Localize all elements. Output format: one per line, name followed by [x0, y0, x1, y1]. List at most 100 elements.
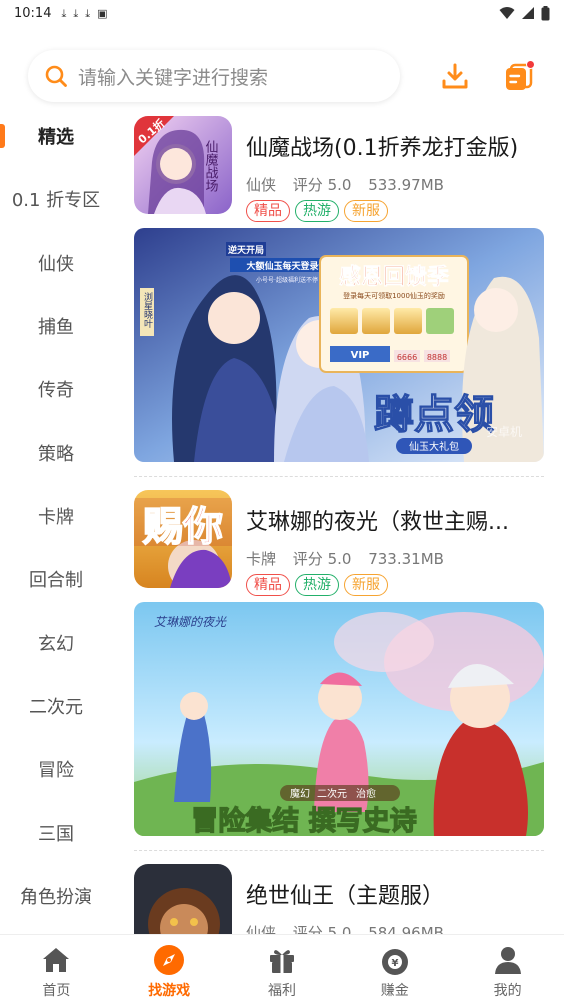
wifi-icon: [499, 7, 515, 19]
nav-earn[interactable]: ¥ 赚金: [338, 935, 451, 1004]
sidebar-item-fishing[interactable]: 捕鱼: [0, 306, 112, 346]
bottom-nav: 首页 找游戏 福利 ¥ 赚金 我的: [0, 934, 564, 1004]
nav-welfare[interactable]: 福利: [226, 935, 339, 1004]
banner-logo-text: 艾琳娜的夜光: [154, 615, 227, 629]
list-item[interactable]: 0.1折 仙魔战场 仙魔战场(0.1折养龙打金版) 仙侠 评分 5.0 533.…: [134, 116, 544, 222]
game-tags: 精品 热游 新服: [246, 200, 388, 222]
tag-new-server: 新服: [344, 574, 388, 596]
game-list: 0.1折 仙魔战场 仙魔战场(0.1折养龙打金版) 仙侠 评分 5.0 533.…: [134, 104, 544, 934]
game-size: 733.31MB: [368, 550, 444, 568]
game-rating: 评分 5.0: [292, 924, 352, 934]
game-category: 仙侠: [246, 924, 277, 934]
money-bag-icon: ¥: [381, 949, 408, 975]
nav-me[interactable]: 我的: [451, 935, 564, 1004]
status-time: 10:14: [14, 5, 52, 21]
svg-text:¥: ¥: [391, 958, 398, 969]
sidebar-item-turn-based[interactable]: 回合制: [0, 559, 112, 599]
sidebar-item-three-kingdoms[interactable]: 三国: [0, 813, 112, 853]
search-icon: [45, 65, 67, 87]
banner-badge-text: 逆天开局: [228, 244, 264, 256]
sidebar-item-fantasy[interactable]: 玄幻: [0, 623, 112, 663]
download-icon: ⤓: [85, 6, 91, 20]
banner-event-title: 感恩回馈季: [339, 264, 449, 290]
nav-label: 我的: [493, 983, 522, 999]
sidebar-item-xianxia[interactable]: 仙侠: [0, 243, 112, 283]
status-bar: 10:14 ⤓ ⤓ ⤓ ▣: [0, 0, 564, 26]
nav-label: 首页: [42, 983, 71, 999]
header: 请输入关键字进行搜索: [0, 50, 564, 104]
compass-icon: [154, 945, 185, 975]
download-icon: ⤓: [73, 6, 79, 20]
game-icon: [134, 864, 232, 934]
watermark-text: 安卓机: [486, 424, 522, 439]
search-input[interactable]: 请输入关键字进行搜索: [28, 50, 400, 102]
divider: [134, 476, 544, 477]
user-icon: [494, 947, 521, 974]
sidebar-item-discount[interactable]: 0.1 折专区: [0, 179, 112, 219]
notification-icons: ⤓ ⤓ ⤓ ▣: [61, 8, 107, 19]
banner-vip-text: VIP: [351, 350, 370, 361]
banner-event-sub: 登录每天可领取1000仙玉的奖励: [343, 291, 445, 300]
signal-icon: [522, 7, 534, 19]
game-meta: 仙侠 评分 5.0 533.97MB: [246, 174, 456, 195]
search-placeholder: 请输入关键字进行搜索: [78, 66, 269, 89]
a-icon: ▣: [97, 6, 108, 20]
banner-headline: 冒险集结 撰写史诗: [191, 805, 416, 836]
game-rating: 评分 5.0: [292, 550, 352, 568]
game-category: 仙侠: [246, 176, 277, 194]
category-sidebar: 精选 0.1 折专区 仙侠 捕鱼 传奇 策略 卡牌 回合制 玄幻 二次元 冒险 …: [0, 104, 112, 934]
game-category: 卡牌: [246, 550, 277, 568]
tag-hot: 热游: [295, 574, 339, 596]
game-rating: 评分 5.0: [292, 176, 352, 194]
banner-headline: 蹲点领: [374, 391, 494, 438]
banner-chip-2: 二次元: [317, 787, 347, 800]
sidebar-item-anime[interactable]: 二次元: [0, 686, 112, 726]
game-icon: 0.1折 仙魔战场: [134, 116, 232, 214]
divider: [134, 850, 544, 851]
game-banner[interactable]: 艾琳娜的夜光 魔幻 二次元 治愈 冒险集结 撰写史诗: [134, 602, 544, 836]
game-meta: 卡牌 评分 5.0 733.31MB: [246, 548, 456, 569]
nav-label: 福利: [267, 983, 296, 999]
game-size: 584.96MB: [368, 924, 444, 934]
banner-sub-headline: 仙玉大礼包: [409, 440, 459, 453]
tag-premium: 精品: [246, 200, 290, 222]
sidebar-item-adventure[interactable]: 冒险: [0, 749, 112, 789]
thumb-title-text: 赐你: [142, 504, 223, 550]
message-button[interactable]: [502, 60, 535, 94]
nav-find-games[interactable]: 找游戏: [113, 935, 226, 1004]
gift-icon: [269, 950, 294, 973]
list-item[interactable]: 绝世仙王（主题服） 仙侠 评分 5.0 584.96MB: [134, 864, 544, 934]
home-icon: [43, 948, 70, 972]
banner-chip-1: 魔幻: [290, 787, 310, 800]
game-title: 仙魔战场(0.1折养龙打金版): [246, 136, 519, 161]
game-banner[interactable]: 逆天开局 大额仙玉每天登录领 小号号·超级福利送不停 浏星晓叶 感恩回馈季 登录…: [134, 228, 544, 462]
tag-premium: 精品: [246, 574, 290, 596]
nav-home[interactable]: 首页: [0, 935, 113, 1004]
banner-line1-text: 大额仙玉每天登录领: [246, 260, 327, 272]
thumb-title-text: 仙魔战场: [203, 140, 219, 192]
nav-label: 赚金: [380, 983, 409, 999]
banner-reward-2: 8888: [427, 353, 447, 362]
list-item[interactable]: 赐你 艾琳娜的夜光（救世主赐... 卡牌 评分 5.0 733.31MB 精品 …: [134, 490, 544, 596]
sidebar-item-card[interactable]: 卡牌: [0, 496, 112, 536]
game-title: 绝世仙王（主题服）: [246, 884, 445, 909]
banner-line2-text: 小号号·超级福利送不停: [256, 276, 318, 284]
sidebar-item-rpg[interactable]: 角色扮演: [0, 876, 112, 916]
download-icon: ⤓: [61, 6, 67, 20]
download-button[interactable]: [440, 62, 470, 92]
banner-side-text: 浏星晓叶: [142, 291, 153, 329]
game-size: 533.97MB: [368, 176, 444, 194]
nav-label: 找游戏: [148, 983, 191, 999]
sidebar-item-strategy[interactable]: 策略: [0, 433, 112, 473]
game-title: 艾琳娜的夜光（救世主赐...: [246, 510, 509, 535]
banner-reward-1: 6666: [397, 353, 417, 362]
download-icon: [442, 63, 468, 89]
unread-dot: [526, 60, 535, 69]
sidebar-item-legend[interactable]: 传奇: [0, 369, 112, 409]
game-meta: 仙侠 评分 5.0 584.96MB: [246, 922, 456, 934]
banner-chip-3: 治愈: [356, 787, 376, 800]
battery-icon: [541, 5, 550, 20]
game-tags: 精品 热游 新服: [246, 574, 388, 596]
tag-new-server: 新服: [344, 200, 388, 222]
sidebar-item-featured[interactable]: 精选: [0, 116, 112, 156]
